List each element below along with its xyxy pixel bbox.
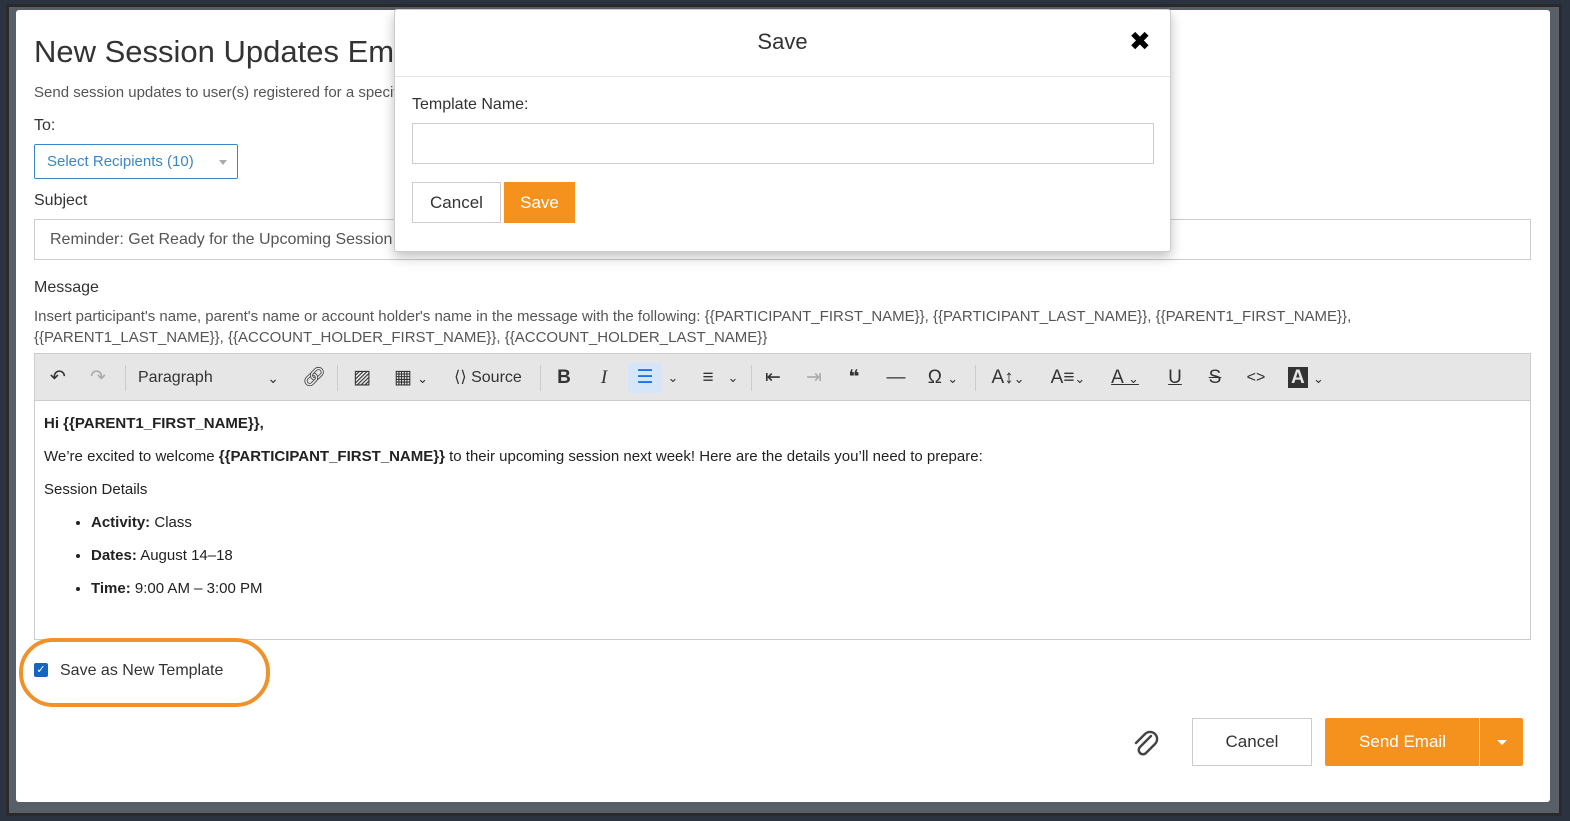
- rich-text-editor: ↶ ↷ Paragraph ⌄ 🔗︎ ▨ ▦ ⌄ ⟨⟩ Source B I ☰…: [34, 353, 1531, 640]
- link-icon[interactable]: 🔗︎: [301, 363, 327, 393]
- editor-toolbar: ↶ ↷ Paragraph ⌄ 🔗︎ ▨ ▦ ⌄ ⟨⟩ Source B I ☰…: [35, 354, 1530, 401]
- button-divider: [1479, 718, 1480, 766]
- redo-icon[interactable]: ↷: [85, 363, 111, 393]
- select-recipients-dropdown[interactable]: Select Recipients (10): [34, 144, 238, 179]
- details-heading: Session Details: [44, 481, 148, 498]
- send-email-label: Send Email: [1359, 732, 1446, 751]
- item-value: Class: [150, 514, 192, 531]
- item-value: 9:00 AM – 3:00 PM: [130, 580, 263, 597]
- toolbar-divider: [540, 365, 541, 391]
- font-family-icon[interactable]: A≡⌄: [1045, 363, 1091, 393]
- horizontal-line-icon[interactable]: —: [883, 363, 909, 393]
- paragraph-format-dropdown[interactable]: Paragraph ⌄: [135, 363, 285, 393]
- template-name-input[interactable]: [412, 123, 1154, 164]
- code-icon[interactable]: <>: [1243, 363, 1269, 393]
- cancel-button[interactable]: Cancel: [1192, 718, 1312, 766]
- to-label: To:: [34, 117, 56, 134]
- toolbar-divider: [975, 365, 976, 391]
- list-item: Time: 9:00 AM – 3:00 PM: [91, 579, 983, 599]
- indent-icon[interactable]: ⇥: [801, 363, 827, 393]
- item-key: Activity:: [91, 514, 151, 531]
- intro-text-tail: to their upcoming session next week! Her…: [444, 448, 983, 465]
- chevron-down-icon[interactable]: ⌄: [725, 363, 741, 393]
- underline-icon[interactable]: U: [1163, 363, 1187, 393]
- insert-image-icon[interactable]: ▨: [347, 363, 377, 393]
- intro-paragraph: We’re excited to welcome {{PARTICIPANT_F…: [44, 447, 983, 467]
- dialog-title: New Session Updates Email: [34, 34, 426, 69]
- source-button[interactable]: ⟨⟩ Source: [447, 363, 529, 393]
- outdent-icon[interactable]: ⇤: [760, 363, 786, 393]
- list-item: Dates: August 14–18: [91, 546, 983, 566]
- participant-token: {{PARTICIPANT_FIRST_NAME}}: [218, 448, 445, 465]
- editor-content[interactable]: Hi {{PARENT1_FIRST_NAME}}, We’re excited…: [44, 414, 983, 612]
- greeting-line: Hi {{PARENT1_FIRST_NAME}},: [44, 415, 264, 432]
- highlight-icon[interactable]: A ⌄: [1283, 363, 1329, 393]
- modal-title: Save: [757, 29, 808, 54]
- recipients-label: Select Recipients (10): [47, 153, 194, 170]
- toolbar-divider: [337, 365, 338, 391]
- list-item: Activity: Class: [91, 513, 983, 533]
- caret-down-icon[interactable]: [1497, 740, 1507, 745]
- toolbar-divider: [751, 365, 752, 391]
- source-code-icon: ⟨⟩: [454, 369, 472, 386]
- modal-save-button[interactable]: Save: [504, 182, 575, 223]
- modal-header: Save ✖: [395, 10, 1170, 77]
- font-size-icon[interactable]: A↕⌄: [985, 363, 1031, 393]
- chevron-down-icon[interactable]: ⌄: [665, 363, 681, 393]
- item-value: August 14–18: [136, 547, 233, 564]
- chevron-down-icon: ⌄: [267, 370, 279, 386]
- bulleted-list-icon[interactable]: ☰: [628, 363, 662, 393]
- close-icon[interactable]: ✖: [1129, 26, 1151, 57]
- hint-line-1: Insert participant's name, parent's name…: [34, 308, 1352, 325]
- font-color-icon[interactable]: A ⌄: [1105, 363, 1145, 393]
- numbered-list-icon[interactable]: ≡: [693, 363, 723, 393]
- italic-icon[interactable]: I: [592, 363, 616, 393]
- item-key: Time:: [91, 580, 131, 597]
- insert-table-icon[interactable]: ▦ ⌄: [389, 363, 433, 393]
- placeholder-hint: Insert participant's name, parent's name…: [34, 306, 1514, 348]
- undo-icon[interactable]: ↶: [45, 363, 71, 393]
- paragraph-label: Paragraph: [138, 369, 213, 386]
- strikethrough-icon[interactable]: S: [1203, 363, 1227, 393]
- callout-highlight: [19, 638, 270, 707]
- message-label: Message: [34, 279, 99, 296]
- send-email-button[interactable]: Send Email: [1325, 718, 1523, 766]
- save-template-modal: Save ✖ Template Name: Cancel Save: [394, 9, 1171, 252]
- blockquote-icon[interactable]: ❝: [841, 363, 867, 393]
- intro-text: We’re excited to welcome: [44, 448, 219, 465]
- special-characters-icon[interactable]: Ω ⌄: [921, 363, 965, 393]
- attachment-icon[interactable]: [1131, 727, 1159, 757]
- details-list: Activity: Class Dates: August 14–18 Time…: [44, 513, 983, 599]
- bold-icon[interactable]: B: [552, 363, 576, 393]
- hint-line-2: {{PARENT1_LAST_NAME}}, {{ACCOUNT_HOLDER_…: [34, 329, 768, 346]
- source-label: Source: [471, 369, 522, 386]
- subject-label: Subject: [34, 192, 88, 209]
- caret-down-icon: [219, 160, 227, 165]
- modal-cancel-button[interactable]: Cancel: [412, 182, 501, 223]
- item-key: Dates:: [91, 547, 137, 564]
- toolbar-divider: [125, 365, 126, 391]
- template-name-label: Template Name:: [412, 96, 529, 113]
